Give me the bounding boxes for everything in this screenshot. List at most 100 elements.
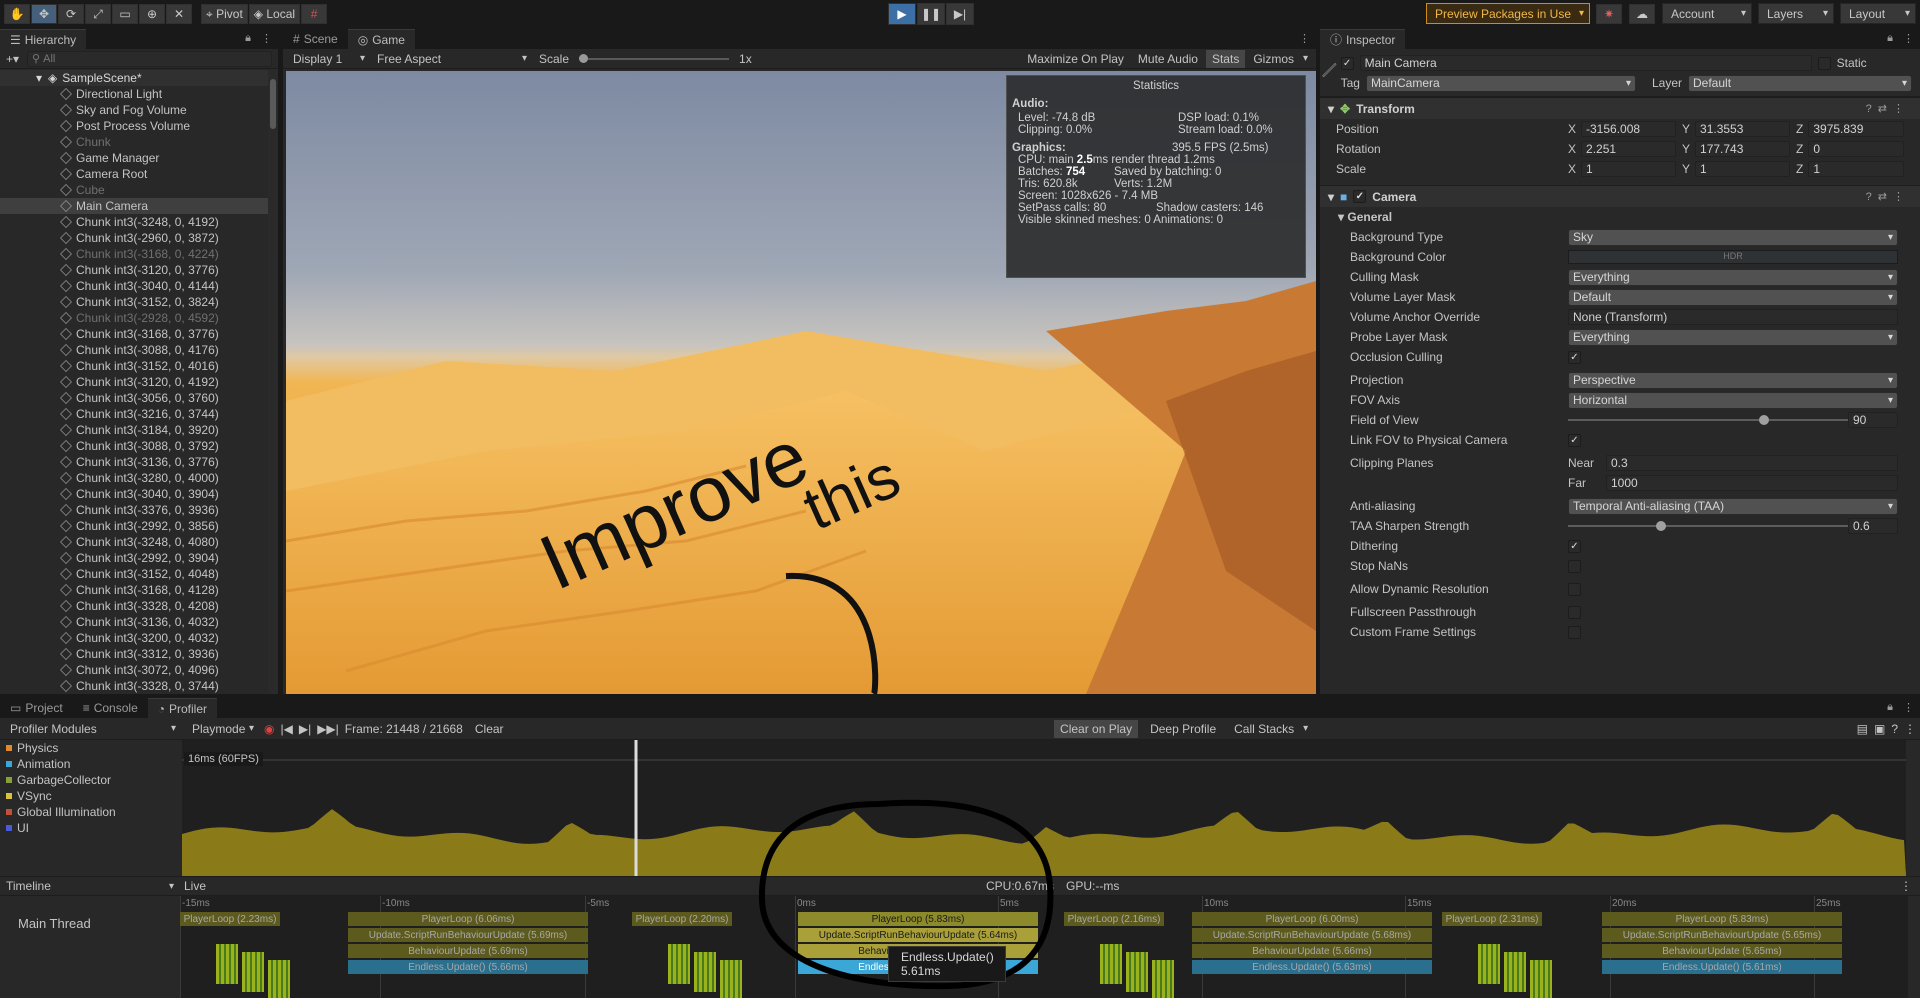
tab-scene[interactable]: # Scene: [283, 29, 348, 49]
preview-packages-dropdown[interactable]: Preview Packages in Use: [1425, 3, 1590, 24]
menu-icon[interactable]: ⋮: [1299, 32, 1310, 45]
record-icon[interactable]: ◉: [264, 722, 274, 736]
save-icon[interactable]: ▣: [1874, 722, 1885, 736]
timeline-marker-up[interactable]: Update.ScriptRunBehaviourUpdate (5.68ms): [1192, 928, 1432, 942]
hierarchy-item[interactable]: Game Manager: [0, 150, 278, 166]
hierarchy-item[interactable]: Chunk int3(-3168, 0, 4224): [0, 246, 278, 262]
rect-tool-icon[interactable]: ▭: [112, 4, 138, 24]
lock-icon[interactable]: 🔒︎: [1887, 32, 1893, 45]
pivot-toggle[interactable]: ⌖ Pivot: [201, 4, 248, 24]
hierarchy-item[interactable]: Chunk int3(-3120, 0, 4192): [0, 374, 278, 390]
grid-snap-icon[interactable]: #: [301, 4, 328, 24]
timeline-marker-pl[interactable]: PlayerLoop (5.83ms): [1602, 912, 1842, 926]
hierarchy-item[interactable]: Chunk int3(-3328, 0, 3744): [0, 678, 278, 694]
tab-inspector[interactable]: ⓘ Inspector: [1320, 29, 1406, 49]
hierarchy-item[interactable]: Main Camera: [0, 198, 278, 214]
camera-header[interactable]: ▾ ■ ✓ Camera ?⇄⋮: [1320, 185, 1920, 207]
timeline-marker-up[interactable]: Update.ScriptRunBehaviourUpdate (5.69ms): [348, 928, 588, 942]
deep-profile-toggle[interactable]: Deep Profile: [1144, 720, 1222, 738]
tab-console[interactable]: ≡ Console: [72, 698, 148, 718]
scale-slider-thumb[interactable]: [579, 53, 589, 63]
timeline-marker-eu[interactable]: Endless.Update() (5.61ms): [1602, 960, 1842, 974]
move-tool-icon[interactable]: ✥: [31, 4, 57, 24]
hierarchy-item[interactable]: Chunk int3(-3152, 0, 4048): [0, 566, 278, 582]
dyn-checkbox[interactable]: [1568, 582, 1581, 596]
hierarchy-item[interactable]: Chunk int3(-3200, 0, 4032): [0, 630, 278, 646]
timeline-marker-playerloop-small[interactable]: PlayerLoop (2.31ms): [1442, 912, 1542, 926]
hierarchy-item[interactable]: Chunk int3(-2992, 0, 3856): [0, 518, 278, 534]
fov-slider-thumb[interactable]: [1759, 415, 1770, 425]
dither-checkbox[interactable]: ✓: [1568, 539, 1581, 553]
timeline-sub-marker[interactable]: [1100, 944, 1122, 984]
scale-slider[interactable]: [579, 53, 730, 63]
vao-field[interactable]: None (Transform): [1568, 309, 1898, 325]
custom-checkbox[interactable]: [1568, 625, 1581, 639]
object-name-field[interactable]: Main Camera: [1359, 55, 1812, 71]
timeline-marker-eu[interactable]: Endless.Update() (5.63ms): [1192, 960, 1432, 974]
tab-project[interactable]: ▭ Project: [0, 698, 73, 718]
hierarchy-item[interactable]: Chunk int3(-3152, 0, 4016): [0, 358, 278, 374]
hierarchy-item[interactable]: Chunk int3(-3168, 0, 3776): [0, 326, 278, 342]
scene-item[interactable]: ▾ ◈ SampleScene*: [0, 70, 278, 86]
profiler-modules-dropdown[interactable]: Profiler Modules: [4, 720, 180, 738]
camera-enabled-checkbox[interactable]: ✓: [1353, 190, 1367, 203]
maximize-on-play-toggle[interactable]: Maximize On Play: [1021, 50, 1130, 68]
timeline-sub-marker[interactable]: [1126, 952, 1148, 992]
taa-slider[interactable]: [1568, 521, 1862, 531]
cloud-icon[interactable]: ☁: [1629, 3, 1655, 24]
last-frame-icon[interactable]: ▶▶|: [317, 722, 339, 736]
profiler-module-item[interactable]: Animation: [0, 756, 178, 772]
hierarchy-item[interactable]: Chunk int3(-2928, 0, 4592): [0, 310, 278, 326]
rotate-tool-icon[interactable]: ⟳: [58, 4, 84, 24]
rotation-z-field[interactable]: 0: [1808, 141, 1904, 157]
layers-dropdown[interactable]: Layers: [1758, 3, 1834, 24]
hierarchy-item[interactable]: Chunk int3(-3136, 0, 4032): [0, 614, 278, 630]
hierarchy-search-input[interactable]: ⚲ All: [27, 50, 272, 67]
timeline-marker-bu[interactable]: BehaviourUpdate (5.65ms): [1602, 944, 1842, 958]
timeline-marker-playerloop-small[interactable]: PlayerLoop (2.23ms): [180, 912, 280, 926]
menu-icon[interactable]: ⋮: [1903, 32, 1914, 45]
hand-tool-icon[interactable]: ✋: [4, 4, 30, 24]
hierarchy-item[interactable]: Chunk int3(-3072, 0, 4096): [0, 662, 278, 678]
lock-icon[interactable]: 🔒︎: [1887, 701, 1893, 714]
general-foldout[interactable]: ▾ General: [1320, 207, 1920, 227]
prev-frame-icon[interactable]: |◀: [280, 722, 292, 736]
pause-icon[interactable]: ❚❚: [917, 3, 945, 25]
hierarchy-item[interactable]: Chunk int3(-3312, 0, 3936): [0, 646, 278, 662]
timeline-sub-marker[interactable]: [1504, 952, 1526, 992]
hierarchy-item[interactable]: Directional Light: [0, 86, 278, 102]
position-z-field[interactable]: 3975.839: [1808, 121, 1904, 137]
far-field[interactable]: 1000: [1606, 475, 1898, 491]
layout-dropdown[interactable]: Layout: [1840, 3, 1916, 24]
tag-dropdown[interactable]: MainCamera: [1365, 74, 1636, 92]
settings-icon[interactable]: ⋮: [1904, 722, 1916, 736]
aspect-select[interactable]: Free Aspect: [371, 50, 531, 68]
aa-dropdown[interactable]: Temporal Anti-aliasing (TAA): [1568, 497, 1898, 515]
fov-value-field[interactable]: 90: [1848, 412, 1898, 428]
tab-hierarchy[interactable]: ☰ Hierarchy: [0, 29, 87, 49]
hierarchy-item[interactable]: Chunk int3(-3216, 0, 3744): [0, 406, 278, 422]
menu-icon[interactable]: ⋮: [1900, 879, 1912, 893]
call-stacks-dropdown[interactable]: Call Stacks: [1228, 720, 1312, 738]
playmode-dropdown[interactable]: Playmode: [186, 720, 258, 738]
active-checkbox[interactable]: ✓: [1340, 56, 1354, 70]
plm-dropdown[interactable]: Everything: [1568, 328, 1898, 346]
timeline-view-dropdown[interactable]: Timeline: [0, 877, 178, 895]
clear-on-play-toggle[interactable]: Clear on Play: [1054, 719, 1139, 738]
step-icon[interactable]: ▶|: [946, 3, 974, 25]
hierarchy-item[interactable]: Chunk int3(-3328, 0, 4208): [0, 598, 278, 614]
taa-slider-thumb[interactable]: [1656, 521, 1667, 531]
profiler-module-item[interactable]: GarbageCollector: [0, 772, 178, 788]
hierarchy-item[interactable]: Chunk int3(-3376, 0, 3936): [0, 502, 278, 518]
timeline-sub-marker[interactable]: [1530, 960, 1552, 998]
add-icon[interactable]: +▾: [6, 52, 19, 66]
rotation-x-field[interactable]: 2.251: [1581, 141, 1676, 157]
hierarchy-item[interactable]: Chunk int3(-2992, 0, 3904): [0, 550, 278, 566]
rotation-y-field[interactable]: 177.743: [1695, 141, 1790, 157]
layer-dropdown[interactable]: Default: [1688, 74, 1912, 92]
timeline-sub-marker[interactable]: [1478, 944, 1500, 984]
timeline-marker-playerloop-small[interactable]: PlayerLoop (2.16ms): [1064, 912, 1164, 926]
timeline-sub-marker[interactable]: [268, 960, 290, 998]
timeline-sub-marker[interactable]: [668, 944, 690, 984]
near-field[interactable]: 0.3: [1606, 455, 1898, 471]
